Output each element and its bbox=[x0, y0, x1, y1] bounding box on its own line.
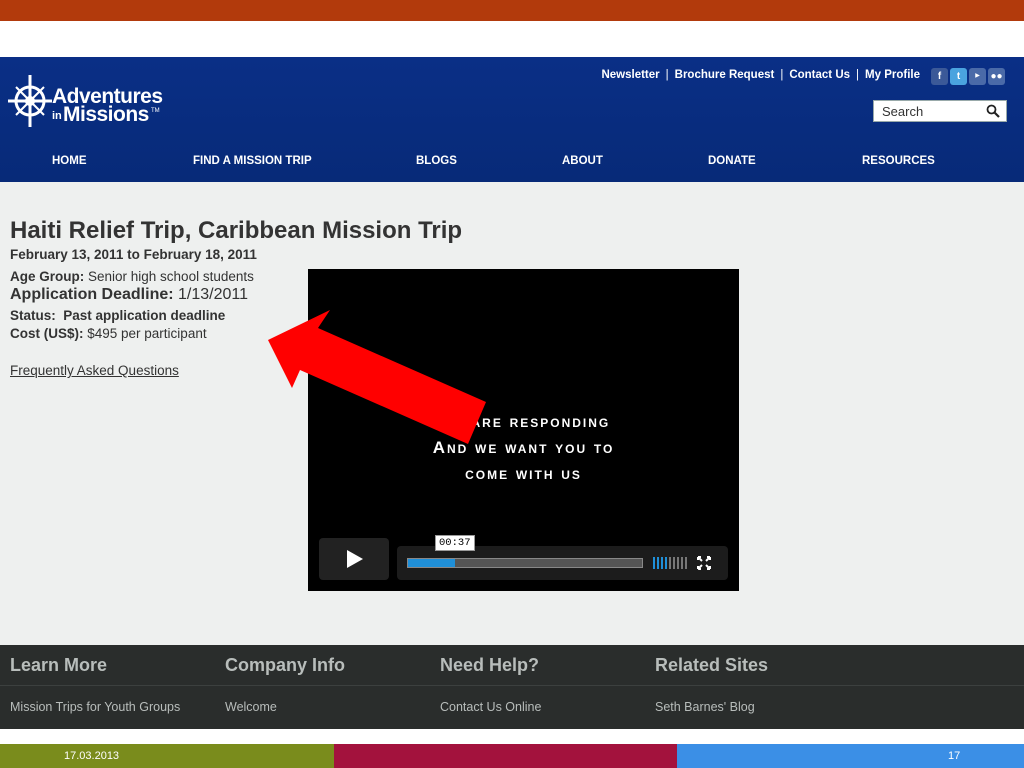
footer-link-seth-barnes-blog[interactable]: Seth Barnes' Blog bbox=[655, 700, 755, 714]
footer-link-mission-trips-youth[interactable]: Mission Trips for Youth Groups bbox=[10, 700, 180, 714]
bottom-bar-blue bbox=[677, 744, 1024, 768]
slide-bottom-bars bbox=[0, 744, 1024, 768]
nav-find-a-mission-trip[interactable]: FIND A MISSION TRIP bbox=[193, 155, 312, 167]
slide-date: 17.03.2013 bbox=[64, 750, 120, 762]
age-group: Age Group: Senior high school students bbox=[10, 269, 254, 284]
facebook-icon[interactable]: f bbox=[931, 68, 948, 85]
caption-line: come with us bbox=[465, 464, 582, 483]
red-arrow-annotation bbox=[268, 310, 486, 444]
site-header: Adventures in Missions TM Newsletter | Bro… bbox=[0, 57, 1024, 182]
footer-link-welcome[interactable]: Welcome bbox=[225, 700, 277, 714]
volume-control[interactable] bbox=[653, 557, 687, 569]
utility-nav: Newsletter | Brochure Request | Contact Us | M… bbox=[601, 69, 920, 81]
logo-text-missions: Missions bbox=[63, 103, 149, 126]
nav-blogs[interactable]: BLOGS bbox=[416, 155, 457, 167]
cost-value: $495 per participant bbox=[83, 326, 207, 341]
status-value: Past application deadline bbox=[55, 308, 226, 323]
cost-label: Cost (US$): bbox=[10, 326, 84, 341]
site-logo[interactable]: Adventures in Missions TM bbox=[8, 71, 168, 131]
page-title: Haiti Relief Trip, Caribbean Mission Tri… bbox=[10, 217, 463, 244]
slide-number: 17 bbox=[948, 750, 961, 762]
footer-link-contact-online[interactable]: Contact Us Online bbox=[440, 700, 541, 714]
web-page-screenshot: Adventures in Missions TM Newsletter | Bro… bbox=[0, 57, 1024, 729]
trip-dates: February 13, 2011 to February 18, 2011 bbox=[10, 247, 257, 262]
twitter-icon[interactable]: t bbox=[950, 68, 967, 85]
search-icon[interactable] bbox=[986, 104, 1000, 118]
play-icon bbox=[347, 550, 363, 568]
faq-link[interactable]: Frequently Asked Questions bbox=[10, 363, 179, 378]
my-profile-link[interactable]: My Profile bbox=[865, 69, 920, 81]
nav-resources[interactable]: RESOURCES bbox=[862, 155, 935, 167]
logo-trademark: TM bbox=[151, 108, 160, 114]
footer-heading-company-info: Company Info bbox=[225, 655, 345, 675]
nav-about[interactable]: ABOUT bbox=[562, 155, 603, 167]
fullscreen-icon[interactable] bbox=[697, 556, 711, 570]
nav-donate[interactable]: DONATE bbox=[708, 155, 756, 167]
youtube-icon[interactable]: ▶ bbox=[969, 68, 986, 85]
time-tooltip: 00:37 bbox=[435, 535, 475, 551]
search-box bbox=[873, 100, 1007, 122]
footer-heading-need-help: Need Help? bbox=[440, 655, 540, 675]
flickr-icon[interactable]: ●● bbox=[988, 68, 1005, 85]
video-controls: 00:37 bbox=[397, 535, 728, 580]
application-deadline: Application Deadline: 1/13/2011 bbox=[10, 286, 248, 304]
age-group-value: Senior high school students bbox=[84, 269, 254, 284]
age-group-label: Age Group: bbox=[10, 269, 85, 284]
slide-top-bar bbox=[0, 0, 1024, 21]
brochure-request-link[interactable]: Brochure Request bbox=[675, 69, 775, 81]
deadline-label: Application Deadline: bbox=[10, 286, 174, 303]
deadline-value: 1/13/2011 bbox=[173, 286, 249, 303]
footer-divider bbox=[0, 685, 1024, 686]
nav-home[interactable]: HOME bbox=[52, 155, 87, 167]
site-footer: Learn More Company Info Need Help? Relat… bbox=[0, 645, 1024, 729]
contact-us-link[interactable]: Contact Us bbox=[789, 69, 850, 81]
compass-icon bbox=[8, 75, 52, 127]
bottom-bar-crimson bbox=[334, 744, 677, 768]
trip-status: Status: Past application deadline bbox=[10, 308, 225, 323]
trip-cost: Cost (US$): $495 per participant bbox=[10, 326, 207, 341]
search-input[interactable] bbox=[882, 104, 982, 119]
progress-bar[interactable] bbox=[407, 558, 643, 568]
social-icons: f t ▶ ●● bbox=[931, 68, 1005, 85]
footer-heading-related-sites: Related Sites bbox=[655, 655, 769, 675]
play-button[interactable] bbox=[319, 538, 389, 580]
footer-heading-learn-more: Learn More bbox=[10, 655, 108, 675]
newsletter-link[interactable]: Newsletter bbox=[601, 69, 659, 81]
status-label: Status: bbox=[10, 308, 56, 323]
progress-fill bbox=[408, 559, 455, 567]
logo-text-in: in bbox=[52, 110, 62, 122]
bottom-bar-olive bbox=[0, 744, 334, 768]
